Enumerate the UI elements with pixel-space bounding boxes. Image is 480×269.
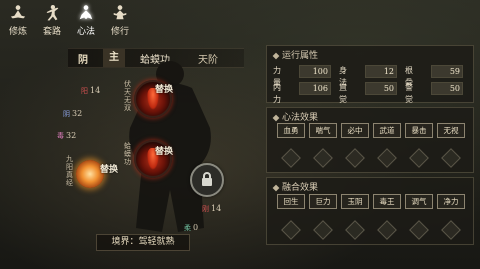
empty-effect-slot: [313, 148, 333, 168]
effect-tag[interactable]: 毒王: [373, 194, 401, 209]
nav-tab-label: 修炼: [8, 27, 27, 37]
bullet-icon: [272, 114, 280, 121]
effect-tag[interactable]: 净力: [437, 194, 465, 209]
nav-tab-label: 套路: [42, 27, 61, 37]
empty-effect-slot: [281, 148, 301, 168]
effect-tag[interactable]: 巨力: [309, 194, 337, 209]
effect-tag[interactable]: 武道: [373, 123, 401, 138]
nav-tab-training[interactable]: 修炼: [2, 4, 34, 37]
attribute-row: 力量 100 身法 12 根骨 59: [273, 65, 469, 87]
top-nav: 修炼 套路 心法 修行: [0, 0, 150, 40]
yin-type-label: 阴: [78, 55, 88, 66]
stat-yang: 阳 14: [80, 86, 100, 96]
empty-effect-slot: [345, 220, 365, 240]
technique-name-top: 伏天无双: [124, 80, 131, 112]
realm-label: 境界：驾轻就熟: [96, 234, 190, 251]
stat-value: 0: [193, 223, 199, 232]
heart-effects-panel: 心法效果 血勇 喘气 必中 武道 暴击 无视: [266, 107, 474, 173]
swap-button-middle[interactable]: 替换: [155, 144, 173, 157]
stat-value: 32: [72, 109, 83, 118]
effect-tag[interactable]: 调气: [405, 194, 433, 209]
fusion-effects-panel: 融合效果 回生 巨力 玉阴 毒王 调气 净力: [266, 177, 474, 245]
bullet-icon: [272, 184, 280, 191]
cultivation-icon: [111, 4, 129, 22]
meditation-icon: [9, 4, 27, 22]
attributes-title: 运行属性: [272, 48, 318, 61]
nav-tab-heart-method[interactable]: 心法: [70, 4, 102, 37]
nav-tab-routine[interactable]: 套路: [36, 4, 68, 37]
nav-tab-label: 修行: [110, 27, 129, 37]
effect-tag[interactable]: 喘气: [309, 123, 337, 138]
effect-tag[interactable]: 必中: [341, 123, 369, 138]
empty-effect-slot: [409, 220, 429, 240]
swap-button-left[interactable]: 替换: [100, 162, 118, 175]
attributes-panel: 运行属性 力量 100 身法 12 根骨 59 内力 106 直觉 50 警觉 50: [266, 45, 474, 104]
technique-name-middle: 蛤蟆功: [124, 142, 131, 166]
effect-tag[interactable]: 玉阴: [341, 194, 369, 209]
effect-tag[interactable]: 回生: [277, 194, 305, 209]
empty-effect-slot: [377, 220, 397, 240]
empty-effect-slot: [313, 220, 333, 240]
technique-name-left: 九阳真经: [66, 155, 73, 187]
poison-glyph: 毒: [57, 132, 64, 140]
martial-stance-icon: [43, 4, 61, 22]
fusion-effects-title: 融合效果: [272, 180, 318, 193]
nav-tab-cultivation[interactable]: 修行: [104, 4, 136, 37]
nav-tab-label: 心法: [76, 27, 95, 37]
swap-button-top[interactable]: 替换: [155, 82, 173, 95]
heart-method-icon: [77, 4, 95, 22]
effect-tag[interactable]: 无视: [437, 123, 465, 138]
stat-firm: 刚 14: [201, 204, 221, 214]
heart-effects-title: 心法效果: [272, 110, 318, 123]
effect-tag[interactable]: 血勇: [277, 123, 305, 138]
stat-value: 14: [211, 204, 222, 213]
effect-tag[interactable]: 暴击: [405, 123, 433, 138]
empty-effect-slot: [441, 220, 461, 240]
soft-glyph: 柔: [184, 224, 191, 232]
yin-glyph: 阴: [63, 110, 70, 118]
empty-effect-slot: [377, 148, 397, 168]
empty-effect-slot: [281, 220, 301, 240]
firm-glyph: 刚: [202, 205, 209, 213]
stat-value: 32: [66, 131, 77, 140]
yang-glyph: 阳: [81, 87, 88, 95]
stat-poison: 毒 32: [56, 131, 76, 141]
stat-soft: 柔0: [183, 223, 198, 233]
lock-icon: [202, 172, 212, 186]
attribute-row: 内力 106 直觉 50 警觉 50: [273, 82, 469, 104]
bullet-icon: [272, 52, 280, 59]
stat-value: 14: [90, 86, 101, 95]
locked-slot[interactable]: [190, 163, 224, 197]
empty-effect-slot: [345, 148, 365, 168]
empty-effect-slot: [441, 148, 461, 168]
empty-effect-slot: [409, 148, 429, 168]
stat-yin: 阴 32: [62, 109, 82, 119]
